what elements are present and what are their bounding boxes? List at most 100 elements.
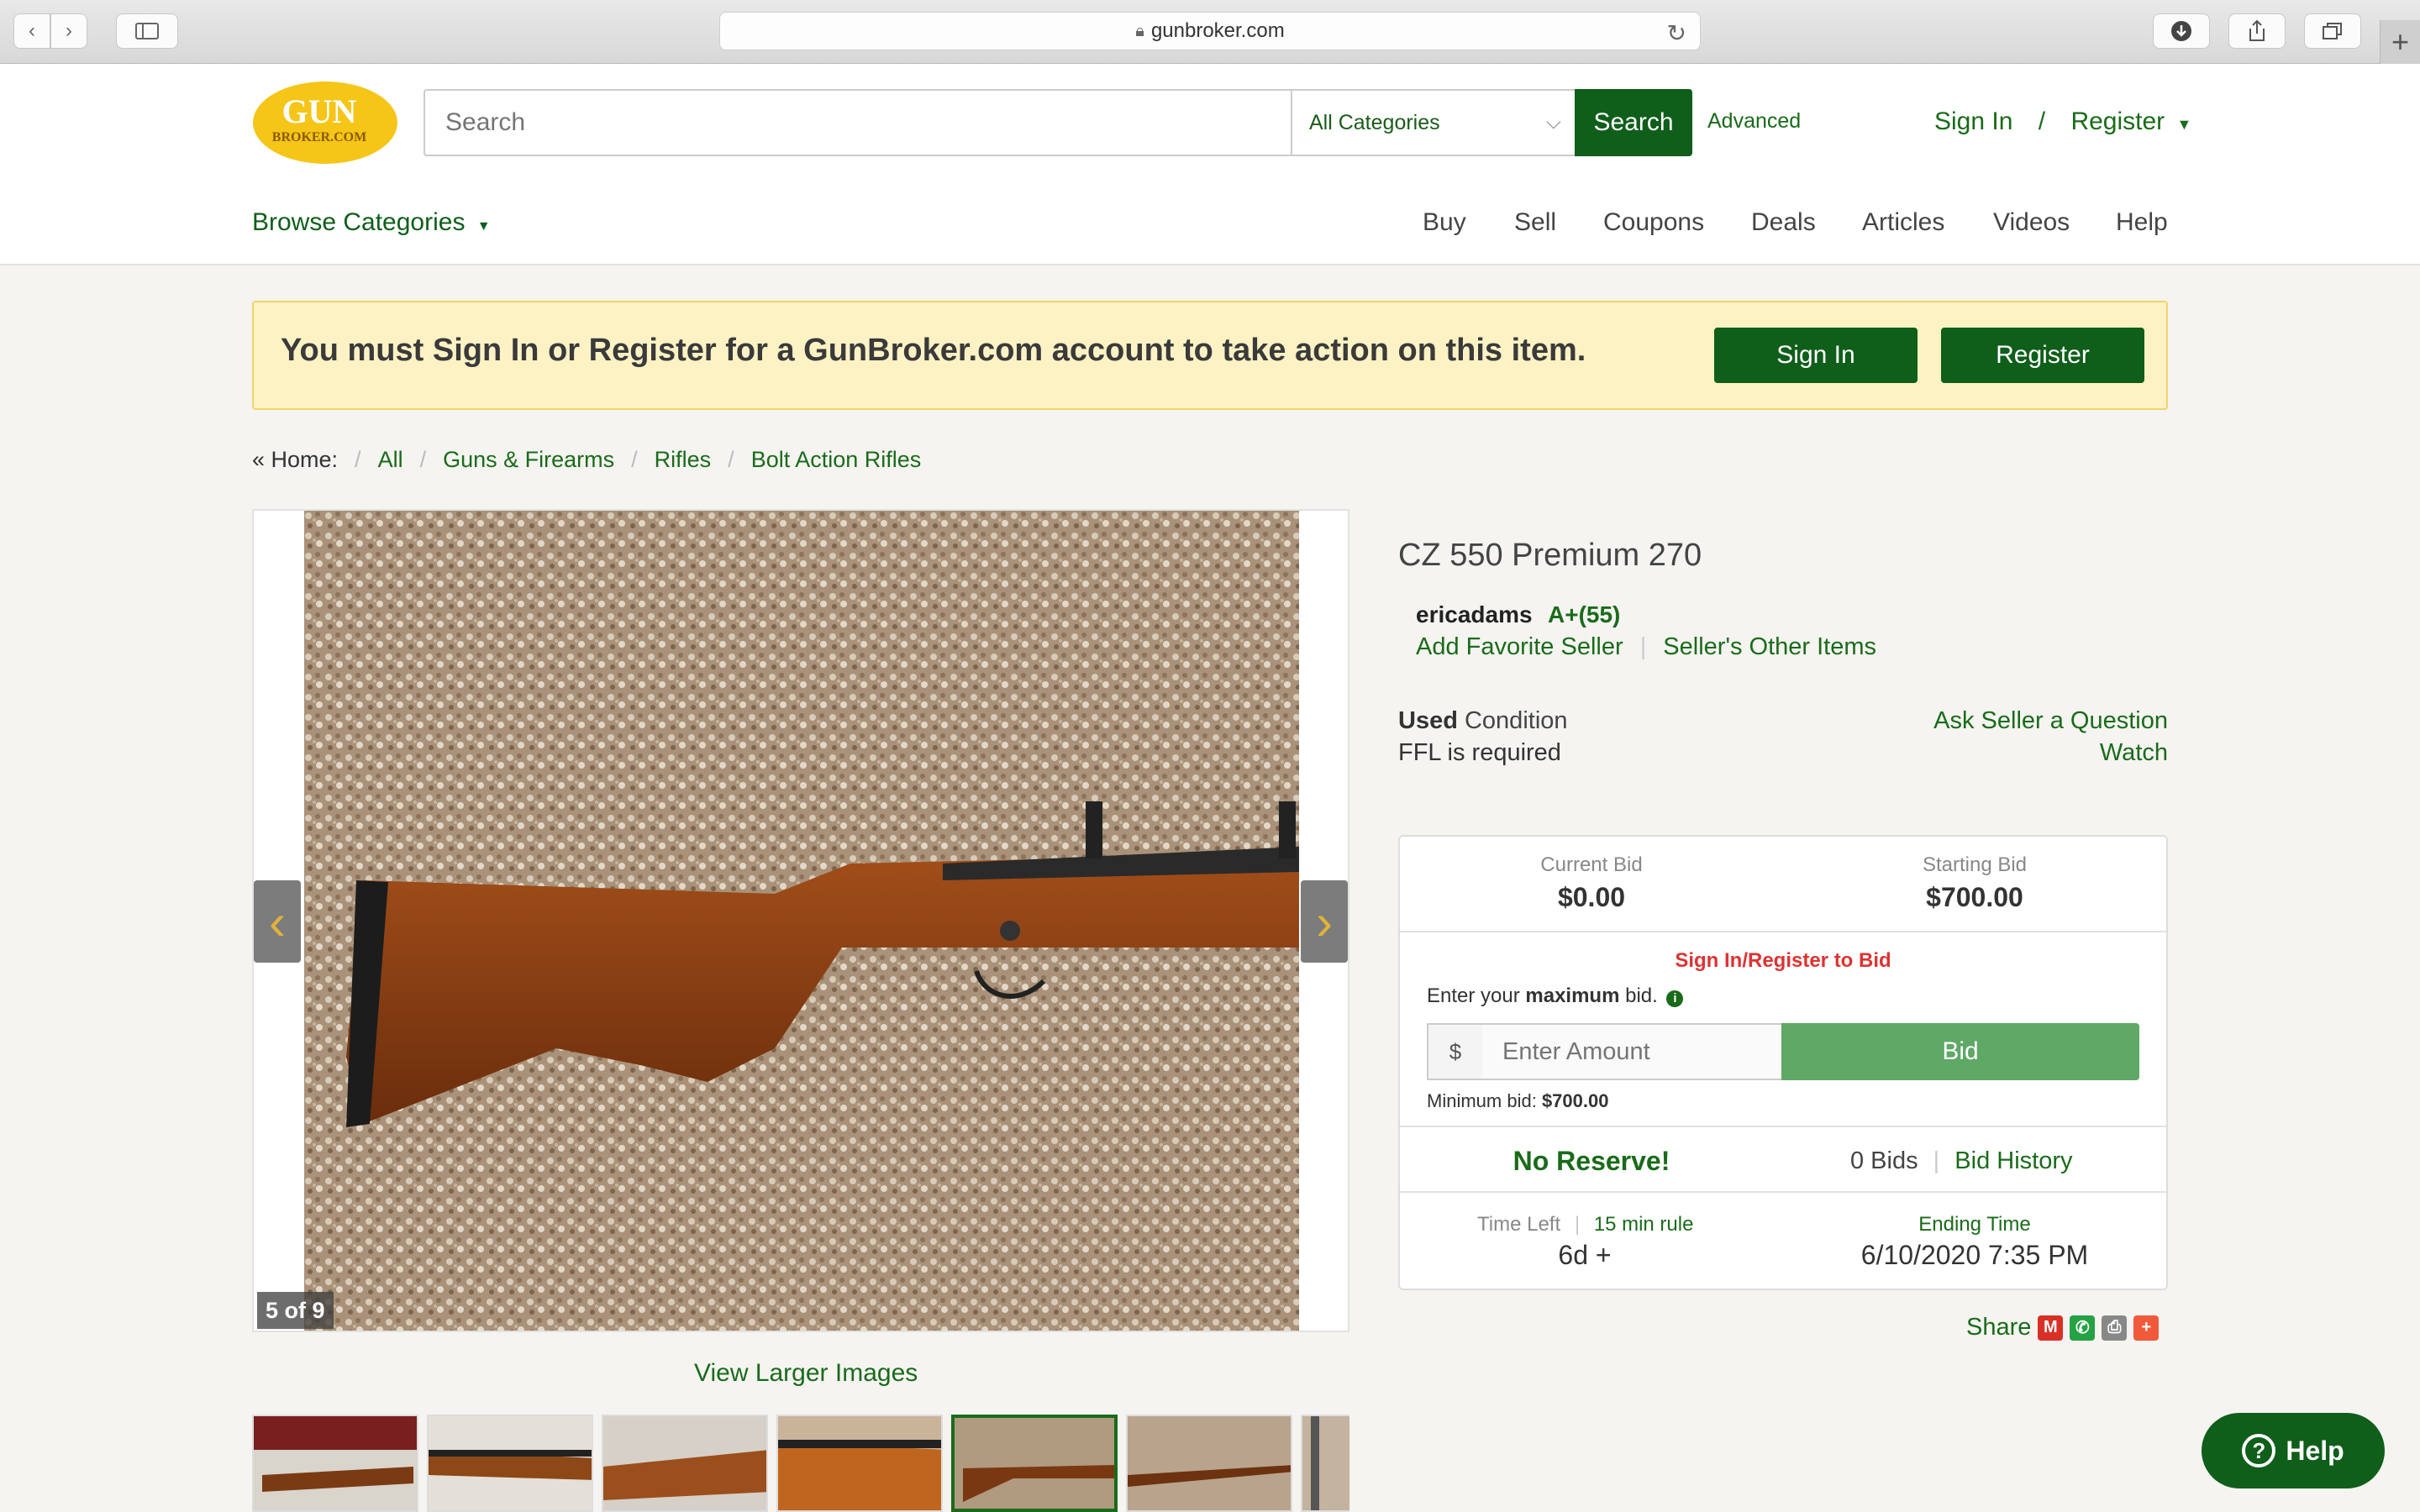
item-title: CZ 550 Premium 270: [1398, 538, 1702, 573]
reload-icon[interactable]: ↻: [1667, 19, 1686, 47]
caret-down-icon[interactable]: ▼: [2177, 116, 2192, 133]
nav-buy[interactable]: Buy: [1423, 208, 1466, 237]
download-icon: [2171, 21, 2191, 41]
link-separator: |: [1933, 1147, 1940, 1174]
breadcrumb-guns-firearms[interactable]: Guns & Firearms: [443, 447, 614, 473]
bid-history-link[interactable]: Bid History: [1954, 1147, 2072, 1174]
breadcrumb-all[interactable]: All: [378, 447, 403, 473]
bid-box: Current Bid $0.00 Starting Bid $700.00 S…: [1398, 835, 2168, 1290]
tabs-icon: [2323, 23, 2342, 39]
help-button[interactable]: ? Help: [2202, 1413, 2385, 1488]
sign-in-link[interactable]: Sign In: [1934, 108, 2012, 135]
sign-in-required-banner: You must Sign In or Register for a GunBr…: [252, 301, 2168, 410]
seller-name[interactable]: ericadams: [1416, 601, 1533, 628]
ffl-required-note: FFL is required: [1398, 739, 1561, 766]
main-item-photo[interactable]: [304, 511, 1299, 1331]
sign-in-to-bid-link[interactable]: Sign In/Register to Bid: [1400, 949, 2166, 973]
banner-message: You must Sign In or Register for a GunBr…: [281, 333, 1586, 368]
banner-register-button[interactable]: Register: [1941, 328, 2144, 383]
advanced-search-link[interactable]: Advanced: [1707, 109, 1801, 134]
plus-icon: +: [2391, 24, 2410, 59]
sellers-other-items-link[interactable]: Seller's Other Items: [1663, 633, 1876, 660]
search-button[interactable]: Search: [1575, 89, 1692, 156]
next-image-button[interactable]: ›: [1301, 880, 1348, 963]
share-label: Share: [1966, 1314, 2032, 1341]
thumbnail-strip: [252, 1415, 1349, 1512]
bid-button[interactable]: Bid: [1781, 1023, 2139, 1080]
thumbnail-6[interactable]: [1126, 1415, 1292, 1512]
breadcrumb: « Home: / All / Guns & Firearms / Rifles…: [252, 447, 921, 473]
tabs-overview-button[interactable]: [2304, 13, 2361, 49]
forward-button[interactable]: ›: [50, 13, 87, 49]
time-left-label-text: Time Left: [1477, 1213, 1561, 1236]
previous-image-button[interactable]: ‹: [254, 880, 301, 963]
watch-link[interactable]: Watch: [2100, 739, 2168, 767]
ending-time-value: 6/10/2020 7:35 PM: [1860, 1240, 2089, 1270]
thumbnail-1[interactable]: [252, 1415, 418, 1512]
instruction-post: bid.: [1619, 984, 1658, 1007]
thumbnail-7[interactable]: [1301, 1415, 1349, 1512]
chevron-left-icon: ‹: [269, 893, 286, 950]
minimum-bid: Minimum bid: $700.00: [1427, 1090, 1608, 1112]
info-icon[interactable]: i: [1666, 990, 1684, 1007]
currency-symbol: $: [1427, 1023, 1484, 1080]
share-button[interactable]: [2228, 13, 2286, 49]
link-separator: |: [1574, 1213, 1581, 1236]
banner-sign-in-button[interactable]: Sign In: [1714, 328, 1918, 383]
bid-amount-input[interactable]: [1482, 1023, 1783, 1080]
minimum-bid-value: $700.00: [1541, 1090, 1609, 1111]
print-icon[interactable]: ⎙: [2102, 1315, 2128, 1341]
condition-label: Condition: [1464, 707, 1568, 734]
thumbnail-3[interactable]: [602, 1415, 768, 1512]
image-gallery: ‹ › 5 of 9: [252, 509, 1349, 1332]
browse-categories-menu[interactable]: Browse Categories ▼: [252, 208, 491, 237]
breadcrumb-rifles[interactable]: Rifles: [655, 447, 712, 473]
fifteen-min-rule-link[interactable]: 15 min rule: [1594, 1213, 1694, 1236]
divider: [1400, 931, 2166, 932]
question-mark-icon: ?: [2242, 1434, 2276, 1467]
link-separator: /: [2038, 108, 2046, 135]
instruction-pre: Enter your: [1427, 984, 1526, 1007]
search-input[interactable]: [425, 91, 1291, 155]
sidebar-icon: [135, 23, 159, 39]
breadcrumb-separator: /: [728, 447, 734, 472]
ask-seller-question-link[interactable]: Ask Seller a Question: [1933, 707, 2168, 735]
add-share-icon[interactable]: +: [2133, 1315, 2160, 1341]
nav-coupons[interactable]: Coupons: [1603, 208, 1704, 237]
category-select[interactable]: All Categories ⌵: [1291, 91, 1576, 155]
sidebar-toggle-button[interactable]: [116, 13, 178, 49]
divider: [1400, 1191, 2166, 1193]
seller-rating[interactable]: A+(55): [1548, 601, 1620, 628]
new-tab-button[interactable]: +: [2380, 20, 2420, 64]
breadcrumb-bolt-action-rifles[interactable]: Bolt Action Rifles: [751, 447, 922, 473]
image-counter: 5 of 9: [257, 1292, 334, 1329]
browser-toolbar: ‹ › 🔒︎ gunbroker.com ↻ +: [0, 0, 2420, 64]
thumbnail-5-selected[interactable]: [951, 1415, 1118, 1512]
thumbnail-4[interactable]: [776, 1415, 943, 1512]
current-bid-label: Current Bid: [1540, 853, 1643, 876]
breadcrumb-home: « Home:: [252, 447, 339, 472]
share-icon: [2249, 19, 2265, 41]
whatsapp-icon[interactable]: ✆: [2070, 1315, 2096, 1341]
downloads-button[interactable]: [2153, 13, 2210, 49]
instruction-bold: maximum: [1525, 984, 1620, 1007]
register-link[interactable]: Register: [2070, 108, 2165, 135]
address-bar[interactable]: 🔒︎ gunbroker.com ↻: [719, 12, 1701, 50]
starting-bid-label: Starting Bid: [1922, 853, 2028, 876]
nav-articles[interactable]: Articles: [1862, 208, 1944, 237]
breadcrumb-separator: /: [419, 447, 427, 472]
nav-sell[interactable]: Sell: [1514, 208, 1556, 237]
add-favorite-seller-link[interactable]: Add Favorite Seller: [1416, 633, 1623, 660]
nav-videos[interactable]: Videos: [1993, 208, 2070, 237]
back-button[interactable]: ‹: [13, 13, 50, 49]
time-left-label: Time Left | 15 min rule: [1477, 1213, 1693, 1236]
seller-links: Add Favorite Seller | Seller's Other Ite…: [1416, 633, 1876, 661]
condition-value: Used: [1398, 707, 1458, 734]
nav-deals[interactable]: Deals: [1751, 208, 1816, 237]
nav-help[interactable]: Help: [2116, 208, 2168, 237]
gunbroker-logo[interactable]: GUN BROKER.COM: [252, 81, 398, 165]
view-larger-images-link[interactable]: View Larger Images: [694, 1359, 918, 1388]
thumbnail-2[interactable]: [427, 1415, 593, 1512]
gmail-icon[interactable]: M: [2038, 1315, 2064, 1341]
breadcrumb-separator: /: [355, 447, 361, 472]
